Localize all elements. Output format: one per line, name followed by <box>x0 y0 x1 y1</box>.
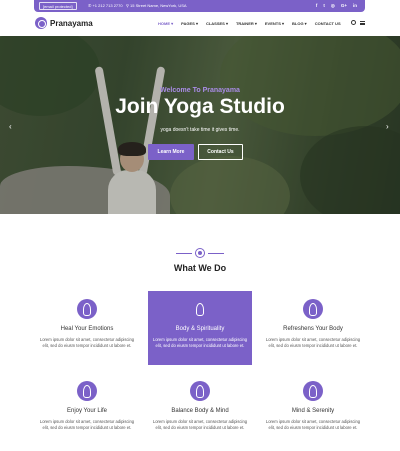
hero-title: Join Yoga Studio <box>115 95 285 118</box>
yoga-pose-icon <box>77 381 97 401</box>
menu-icon[interactable] <box>360 21 365 25</box>
nav-blog[interactable]: BLOG ▾ <box>292 21 307 26</box>
hero-welcome: Welcome To Pranayama <box>160 87 240 94</box>
service-card: Heal Your Emotions Lorem ipsum dolor sit… <box>35 299 139 349</box>
hero-overlay <box>0 36 400 214</box>
address-text: ⚲ 15 Street Name, NewYork, USA <box>126 3 187 8</box>
nav-home[interactable]: HOME ▾ <box>158 21 173 26</box>
divider <box>208 253 224 254</box>
social-links: f t ◎ G+ in <box>316 2 357 10</box>
nav-contact[interactable]: CONTACT US <box>315 21 341 26</box>
service-text: Lorem ipsum dolor sit amet, consectetur … <box>39 419 135 430</box>
instagram-icon[interactable]: ◎ <box>331 2 335 10</box>
service-title: Refreshens Your Body <box>283 326 343 332</box>
yoga-pose-icon <box>190 381 210 401</box>
phone-number: +1 212 713 2770 <box>92 3 123 8</box>
lotus-logo-icon <box>35 17 47 29</box>
search-icon[interactable] <box>351 20 356 25</box>
section-ornament <box>176 248 224 258</box>
top-info-bar: [email protected] ✆ +1 212 713 2770 ⚲ 15… <box>34 0 365 12</box>
hero-subtitle: yoga doesn't take time it gives time. <box>160 127 240 133</box>
nav-events[interactable]: EVENTS ▾ <box>265 21 284 26</box>
yoga-pose-icon <box>77 299 97 319</box>
section-title: What We Do <box>173 263 227 273</box>
yoga-pose-icon <box>190 299 210 319</box>
contact-us-button[interactable]: Contact Us <box>198 144 243 160</box>
phone-text: ✆ +1 212 713 2770 <box>88 3 123 8</box>
logo-text: Pranayama <box>50 18 93 28</box>
email-link[interactable]: [email protected] <box>39 2 77 10</box>
hero-slider: Welcome To Pranayama Join Yoga Studio yo… <box>0 36 400 214</box>
service-text: Lorem ipsum dolor sit amet, consectetur … <box>152 337 248 348</box>
nav-pages[interactable]: PAGES ▾ <box>181 21 198 26</box>
service-text: Lorem ipsum dolor sit amet, consectetur … <box>39 337 135 348</box>
service-text: Lorem ipsum dolor sit amet, consectetur … <box>265 337 361 348</box>
twitter-icon[interactable]: t <box>323 2 325 10</box>
yoga-pose-icon <box>303 299 323 319</box>
address-value: 15 Street Name, NewYork, USA <box>130 3 187 8</box>
service-title: Balance Body & Mind <box>171 408 229 414</box>
service-card-highlighted: Body & Spirituality Lorem ipsum dolor si… <box>148 291 252 365</box>
lotus-icon <box>195 248 205 258</box>
service-card: Enjoy Your Life Lorem ipsum dolor sit am… <box>35 381 139 431</box>
chevron-left-icon[interactable]: ‹ <box>9 122 12 131</box>
service-title: Mind & Serenity <box>291 408 335 414</box>
main-nav: HOME ▾ PAGES ▾ CLASSES ▾ TRAINER ▾ EVENT… <box>158 21 341 26</box>
service-card: Balance Body & Mind Lorem ipsum dolor si… <box>148 381 252 431</box>
logo[interactable]: Pranayama <box>35 17 93 29</box>
service-card: Mind & Serenity Lorem ipsum dolor sit am… <box>261 381 365 431</box>
facebook-icon[interactable]: f <box>316 2 318 10</box>
learn-more-button[interactable]: Learn More <box>148 144 194 160</box>
linkedin-icon[interactable]: in <box>353 2 357 10</box>
chevron-right-icon[interactable]: › <box>386 122 389 131</box>
divider <box>176 253 192 254</box>
service-title: Enjoy Your Life <box>66 408 108 414</box>
service-text: Lorem ipsum dolor sit amet, consectetur … <box>152 419 248 430</box>
nav-classes[interactable]: CLASSES ▾ <box>206 21 228 26</box>
nav-trainer[interactable]: TRAINER ▾ <box>236 21 257 26</box>
yoga-pose-icon <box>303 381 323 401</box>
service-title: Body & Spirituality <box>175 326 225 332</box>
service-title: Heal Your Emotions <box>60 326 114 332</box>
site-header: Pranayama HOME ▾ PAGES ▾ CLASSES ▾ TRAIN… <box>0 12 400 36</box>
google-plus-icon[interactable]: G+ <box>341 2 347 10</box>
service-card: Refreshens Your Body Lorem ipsum dolor s… <box>261 299 365 349</box>
service-text: Lorem ipsum dolor sit amet, consectetur … <box>265 419 361 430</box>
